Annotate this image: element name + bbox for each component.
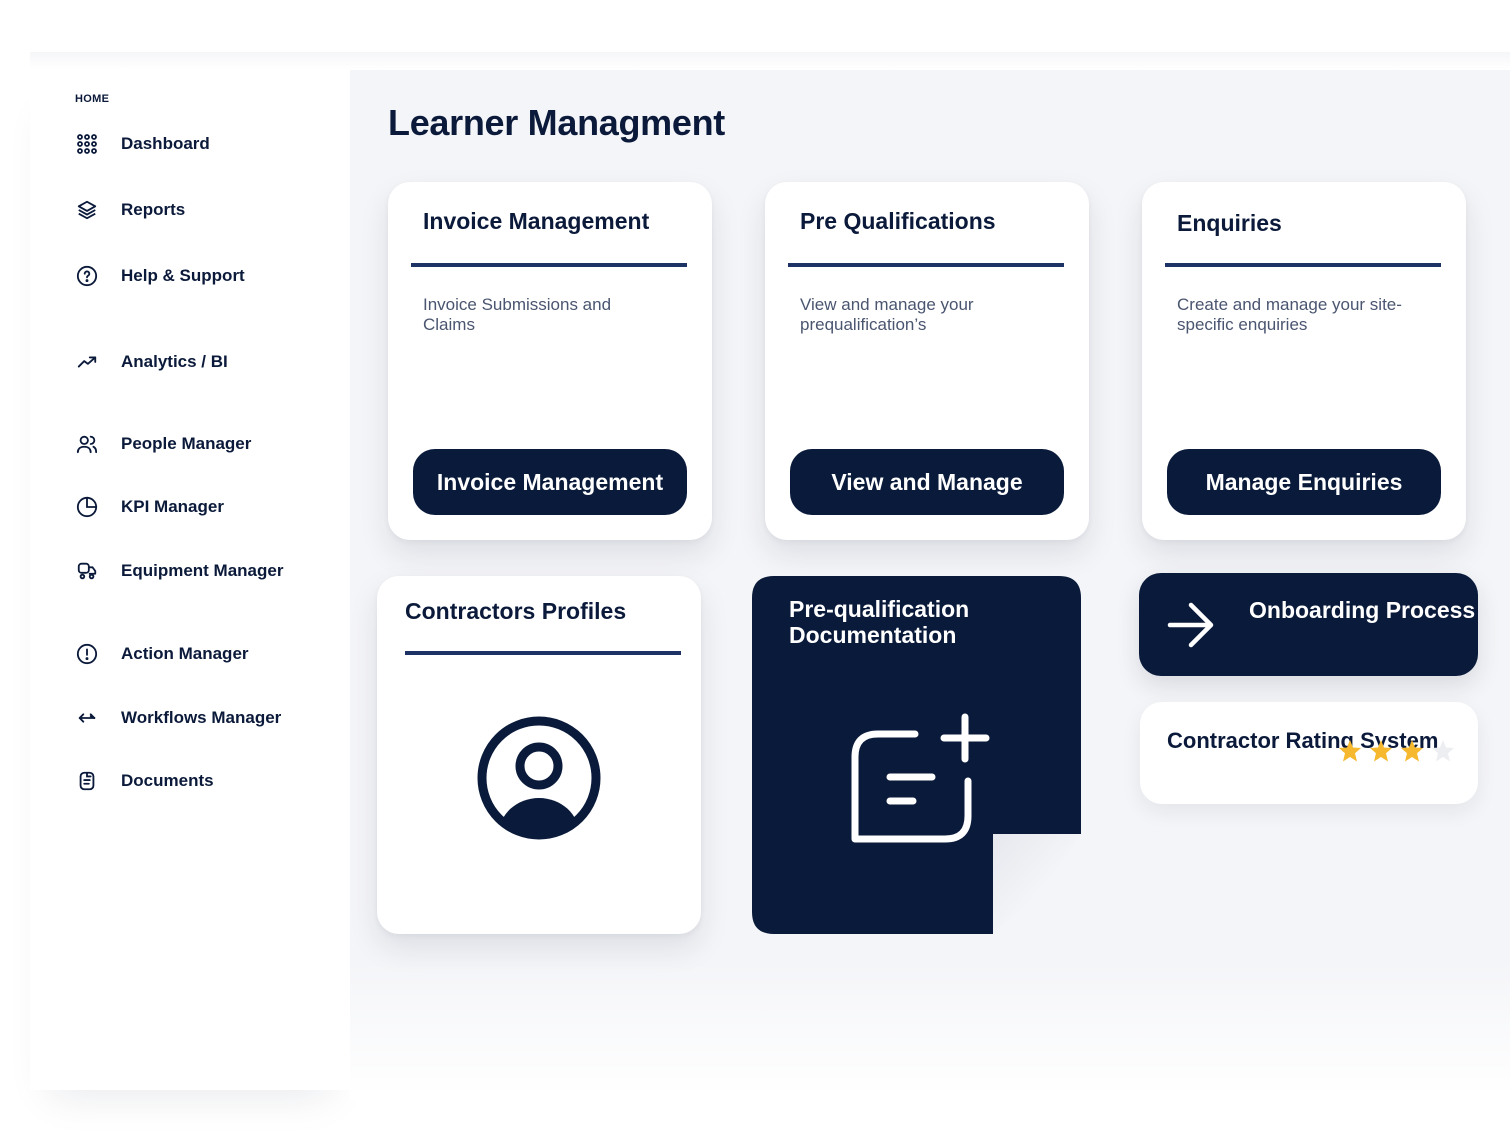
document-icon: [75, 769, 99, 793]
card-description: Invoice Submissions and Claims: [423, 295, 612, 334]
trending-up-icon: [75, 350, 99, 374]
sidebar-item-documents[interactable]: Documents: [75, 767, 214, 795]
contractor-rating-card[interactable]: Contractor Rating System: [1140, 702, 1478, 804]
pie-chart-icon: [75, 495, 99, 519]
star-icon: [1401, 740, 1423, 762]
card-description: Create and manage your site-specific enq…: [1177, 295, 1402, 334]
users-icon: [75, 432, 99, 456]
sidebar: HOME Dashboard Reports Help & Support An…: [30, 70, 350, 1090]
user-circle-icon: [477, 716, 601, 840]
add-document-icon: [851, 713, 990, 843]
enquiries-card: Enquiries Create and manage your site-sp…: [1142, 182, 1466, 540]
star-icon: [1370, 740, 1392, 762]
sidebar-item-label: Equipment Manager: [121, 561, 284, 580]
card-title: Contractors Profiles: [405, 598, 627, 624]
main-fade: [350, 960, 1510, 1100]
sidebar-item-label: Analytics / BI: [121, 352, 228, 371]
sidebar-item-reports[interactable]: Reports: [75, 196, 185, 224]
sidebar-item-label: People Manager: [121, 434, 252, 453]
sidebar-item-label: Dashboard: [121, 134, 210, 153]
sidebar-item-label: Workflows Manager: [121, 708, 282, 727]
truck-icon: [75, 559, 99, 583]
onboarding-process-card[interactable]: Onboarding Process: [1139, 573, 1478, 676]
manage-enquiries-button[interactable]: Manage Enquiries: [1167, 449, 1441, 515]
sidebar-item-label: KPI Manager: [121, 497, 224, 516]
sidebar-item-people-manager[interactable]: People Manager: [75, 430, 251, 458]
grid-icon: [75, 132, 99, 156]
arrows-swap-icon: [75, 706, 99, 730]
sidebar-item-label: Action Manager: [121, 644, 249, 663]
sidebar-item-label: Help & Support: [121, 266, 245, 285]
star-icon: [1339, 740, 1361, 762]
help-circle-icon: [75, 264, 99, 288]
sidebar-item-action-manager[interactable]: Action Manager: [75, 640, 249, 668]
invoice-management-card: Invoice Management Invoice Submissions a…: [388, 182, 712, 540]
star-icon: [1432, 740, 1454, 762]
sidebar-item-label: Documents: [121, 771, 214, 790]
invoice-management-button[interactable]: Invoice Management: [413, 449, 687, 515]
card-title: Pre Qualifications: [800, 208, 996, 234]
pre-qualifications-card: Pre Qualifications View and manage your …: [765, 182, 1089, 540]
card-divider: [788, 263, 1064, 267]
layers-icon: [75, 198, 99, 222]
view-and-manage-button[interactable]: View and Manage: [790, 449, 1064, 515]
page-title: Learner Managment: [388, 102, 725, 143]
sidebar-item-equipment-manager[interactable]: Equipment Manager: [75, 557, 283, 585]
sidebar-item-analytics-bi[interactable]: Analytics / BI: [75, 348, 228, 376]
card-description: View and manage your prequalification’s: [800, 295, 974, 334]
rating-stars: [1338, 739, 1455, 763]
sidebar-section-home: HOME: [75, 93, 110, 105]
sidebar-item-dashboard[interactable]: Dashboard: [75, 130, 210, 158]
prequal-documentation-card[interactable]: Pre-qualification Documentation: [752, 576, 1081, 934]
arrow-right-icon: [1167, 602, 1214, 648]
card-title: Onboarding Process: [1249, 597, 1476, 623]
sidebar-item-kpi-manager[interactable]: KPI Manager: [75, 493, 224, 521]
card-divider: [1165, 263, 1441, 267]
sidebar-item-label: Reports: [121, 200, 186, 219]
card-title: Invoice Management: [423, 208, 650, 234]
card-divider: [405, 651, 681, 655]
contractors-profiles-card[interactable]: Contractors Profiles: [377, 576, 701, 934]
card-divider: [411, 263, 687, 267]
sidebar-item-help-support[interactable]: Help & Support: [75, 262, 245, 290]
alert-circle-icon: [75, 642, 99, 666]
card-title: Pre-qualification Documentation: [789, 596, 970, 648]
sidebar-item-workflows-manager[interactable]: Workflows Manager: [75, 704, 281, 732]
top-bar: [30, 52, 1510, 70]
card-title: Enquiries: [1177, 210, 1282, 236]
